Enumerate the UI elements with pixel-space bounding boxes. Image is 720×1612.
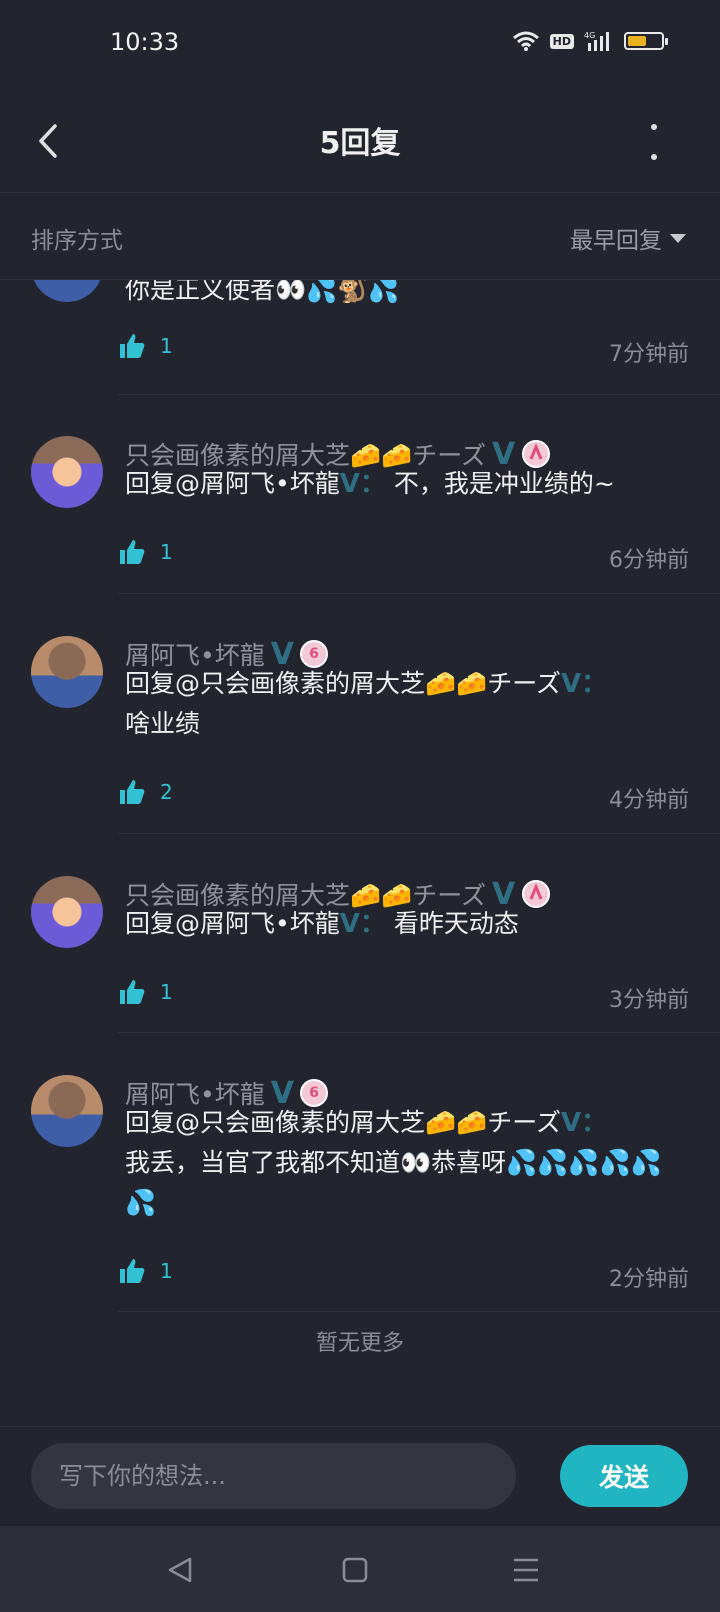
like-count: 1 <box>160 1259 173 1283</box>
avatar[interactable] <box>31 636 103 708</box>
reply-time: 6分钟前 <box>609 548 689 573</box>
verified-badge: V： <box>339 909 386 939</box>
like-count: 1 <box>160 334 173 358</box>
sort-label: 排序方式 <box>31 228 123 254</box>
sort-selected-value: 最早回复 <box>570 228 662 254</box>
reply-list: 你是正义使者👀💦🐒💦 1 7分钟前 只会画像素的屑大芝🧀🧀チーズ V 回复@屑阿… <box>0 280 720 1426</box>
reply-mention[interactable]: 回复@屑阿飞•坏龍 <box>125 469 340 498</box>
like-button[interactable]: 1 <box>118 1257 173 1285</box>
system-nav-bar <box>0 1526 720 1612</box>
nav-menu-button[interactable] <box>504 1548 548 1592</box>
reply-body: 不，我是冲业绩的~ <box>393 469 615 498</box>
caret-down-icon <box>670 233 686 243</box>
verified-badge: V： <box>561 669 608 699</box>
nav-home-button[interactable] <box>333 1548 377 1592</box>
avatar[interactable] <box>31 876 103 948</box>
square-home-icon <box>342 1557 368 1583</box>
more-dot-icon <box>651 124 657 130</box>
menu-icon <box>514 1558 538 1582</box>
like-count: 1 <box>160 980 173 1004</box>
avatar[interactable] <box>31 280 103 302</box>
status-bar: 10:33 HD 4G <box>0 0 720 90</box>
wifi-icon <box>512 31 539 51</box>
more-dot-icon <box>651 154 657 160</box>
thumbs-up-icon <box>120 334 145 358</box>
status-icons: HD 4G <box>512 30 668 52</box>
signal-icon: 4G <box>584 31 609 51</box>
reply-text: 回复@只会画像素的屑大芝🧀🧀チーズV： 我丢，当官了我都不知道👀恭喜呀💦💦💦💦💦💦 <box>125 1103 685 1223</box>
sort-dropdown[interactable]: 最早回复 <box>570 221 686 255</box>
nav-back-button[interactable] <box>158 1548 202 1592</box>
avatar[interactable] <box>31 1075 103 1147</box>
reply-mention[interactable]: 回复@只会画像素的屑大芝🧀🧀チーズ <box>125 669 561 698</box>
reply-text: 回复@屑阿飞•坏龍V： 不，我是冲业绩的~ <box>125 464 685 504</box>
more-options-button[interactable] <box>644 124 664 160</box>
reply-text: 回复@只会画像素的屑大芝🧀🧀チーズV： 啥业绩 <box>125 664 685 744</box>
reply-body: 我丢，当官了我都不知道👀恭喜呀💦💦💦💦💦💦 <box>125 1148 662 1217</box>
avatar[interactable] <box>31 436 103 508</box>
reply-time: 2分钟前 <box>609 1267 689 1292</box>
comment-input-bar: 发送 <box>0 1426 720 1527</box>
header: 5回复 <box>0 96 720 193</box>
thumbs-up-icon <box>120 780 145 804</box>
sort-bar: 排序方式 最早回复 <box>0 193 720 280</box>
like-button[interactable]: 1 <box>118 332 173 360</box>
network-type-text: 4G <box>584 31 595 40</box>
like-button[interactable]: 1 <box>118 538 173 566</box>
divider <box>118 1032 720 1033</box>
verified-badge: V： <box>339 469 386 499</box>
reply-text: 回复@屑阿飞•坏龍V： 看昨天动态 <box>125 904 685 944</box>
divider <box>118 1311 720 1312</box>
hd-badge: HD <box>549 33 574 49</box>
verified-badge: V： <box>561 1108 608 1138</box>
battery-icon <box>624 32 668 50</box>
like-count: 1 <box>160 540 173 564</box>
status-time: 10:33 <box>110 28 180 56</box>
triangle-back-icon <box>168 1557 192 1583</box>
divider <box>118 833 720 834</box>
reply-body: 看昨天动态 <box>393 909 519 938</box>
reply-time: 7分钟前 <box>609 342 689 367</box>
thumbs-up-icon <box>120 540 145 564</box>
like-button[interactable]: 1 <box>118 978 173 1006</box>
no-more-text: 暂无更多 <box>315 1331 404 1356</box>
thumbs-up-icon <box>120 980 145 1004</box>
reply-time: 4分钟前 <box>609 788 689 813</box>
send-button[interactable]: 发送 <box>560 1445 688 1507</box>
divider <box>118 394 720 395</box>
reply-body: 啥业绩 <box>125 709 201 738</box>
reply-mention[interactable]: 回复@只会画像素的屑大芝🧀🧀チーズ <box>125 1108 561 1137</box>
divider <box>118 593 720 594</box>
page-title: 5回复 <box>319 126 401 161</box>
comment-input[interactable] <box>31 1443 516 1509</box>
reply-time: 3分钟前 <box>609 988 689 1013</box>
like-count: 2 <box>160 780 173 804</box>
reply-text: 你是正义使者👀💦🐒💦 <box>125 280 400 304</box>
battery-fill <box>628 36 646 46</box>
thumbs-up-icon <box>120 1259 145 1283</box>
reply-mention[interactable]: 回复@屑阿飞•坏龍 <box>125 909 340 938</box>
like-button[interactable]: 2 <box>118 778 173 806</box>
